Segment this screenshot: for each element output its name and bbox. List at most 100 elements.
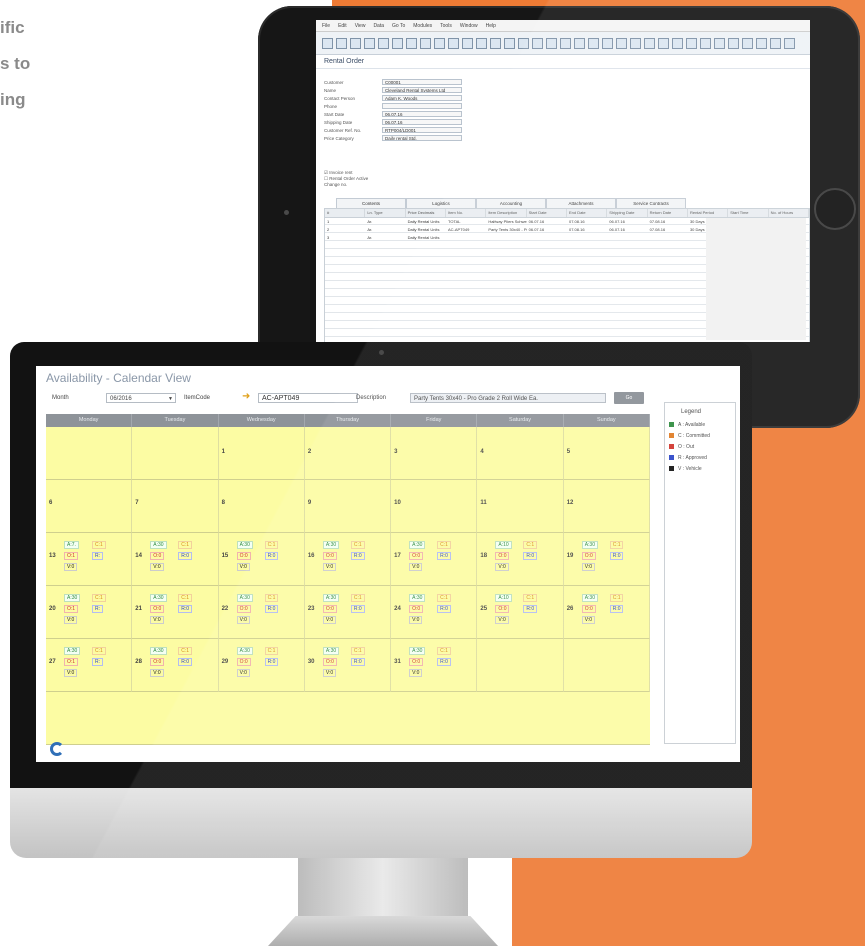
calendar-day-cell[interactable]: 1 bbox=[218, 427, 305, 480]
calendar-day-cell[interactable] bbox=[132, 427, 219, 480]
calendar-day-cell[interactable]: 20 A:30 C:1 O:1 R: V:0 bbox=[46, 586, 133, 639]
toolbar-button-icon[interactable] bbox=[756, 37, 767, 49]
column-header[interactable]: Start Time bbox=[728, 209, 769, 217]
calendar-day-cell[interactable] bbox=[477, 639, 564, 692]
toolbar-button-icon[interactable] bbox=[630, 37, 641, 49]
field-value[interactable]: Cleveland Rental Systems Ltd bbox=[382, 87, 462, 93]
toolbar-button-icon[interactable] bbox=[350, 37, 361, 49]
menu-item[interactable]: Window bbox=[460, 23, 478, 29]
toolbar-button-icon[interactable] bbox=[364, 37, 375, 49]
column-header[interactable]: Item Description bbox=[486, 209, 527, 217]
toolbar-button-icon[interactable] bbox=[448, 37, 459, 49]
toolbar-button-icon[interactable] bbox=[546, 37, 557, 49]
toolbar-button-icon[interactable] bbox=[672, 37, 683, 49]
item-code-input[interactable]: AC-APT049 bbox=[258, 393, 358, 403]
column-header[interactable]: Return Date bbox=[648, 209, 688, 217]
calendar-day-cell[interactable]: 7 bbox=[132, 480, 219, 533]
calendar-day-cell[interactable]: 10 bbox=[391, 480, 478, 533]
calendar-day-cell[interactable]: 21 A:30 C:1 O:0 R:0 V:0 bbox=[132, 586, 219, 639]
calendar-day-cell[interactable]: 11 bbox=[477, 480, 564, 533]
calendar-day-cell[interactable]: 5 bbox=[563, 427, 650, 480]
menu-item[interactable]: Edit bbox=[338, 23, 347, 29]
toolbar-button-icon[interactable] bbox=[420, 37, 431, 49]
toolbar-button-icon[interactable] bbox=[588, 37, 599, 49]
toolbar-button-icon[interactable] bbox=[490, 37, 501, 49]
toolbar-button-icon[interactable] bbox=[476, 37, 487, 49]
month-select[interactable]: 06/2016 ▼ bbox=[106, 393, 176, 403]
toolbar-button-icon[interactable] bbox=[602, 37, 613, 49]
toolbar-button-icon[interactable] bbox=[728, 37, 739, 49]
calendar-day-cell[interactable]: 6 bbox=[46, 480, 133, 533]
menu-item[interactable]: Tools bbox=[440, 23, 452, 29]
column-header[interactable]: Shipping Date bbox=[607, 209, 648, 217]
field-value[interactable]: RTP004/LD001 bbox=[382, 127, 462, 133]
calendar-day-cell[interactable]: 22 A:30 C:1 O:0 R:0 V:0 bbox=[218, 586, 305, 639]
toolbar-button-icon[interactable] bbox=[532, 37, 543, 49]
calendar-day-cell[interactable]: 31 A:30 C:1 O:0 R:0 V:0 bbox=[391, 639, 478, 692]
calendar-day-cell[interactable]: 24 A:30 C:1 O:0 R:0 V:0 bbox=[391, 586, 478, 639]
toolbar-button-icon[interactable] bbox=[406, 37, 417, 49]
toolbar-button-icon[interactable] bbox=[336, 37, 347, 49]
calendar-day-cell[interactable]: 17 A:30 C:1 O:0 R:0 V:0 bbox=[391, 533, 478, 586]
calendar-day-cell[interactable]: 8 bbox=[218, 480, 305, 533]
calendar-day-cell[interactable]: 18 A:10 C:1 O:0 R:0 V:0 bbox=[477, 533, 564, 586]
tablet-home-button[interactable] bbox=[814, 188, 856, 230]
calendar-day-cell[interactable]: 29 A:30 C:1 O:0 R:0 V:0 bbox=[218, 639, 305, 692]
calendar-day-cell[interactable]: 12 bbox=[563, 480, 650, 533]
change-no-field[interactable]: Change no. bbox=[324, 182, 368, 187]
calendar-day-cell[interactable]: 9 bbox=[304, 480, 392, 533]
column-header[interactable]: Rental Period bbox=[688, 209, 729, 217]
calendar-day-cell[interactable]: 19 A:30 C:1 O:0 R:0 V:0 bbox=[563, 533, 650, 586]
link-arrow-icon[interactable]: ➜ bbox=[242, 392, 254, 402]
calendar-day-cell[interactable]: 14 A:30 C:1 O:0 R:0 V:0 bbox=[132, 533, 219, 586]
toolbar-button-icon[interactable] bbox=[434, 37, 445, 49]
calendar-day-cell[interactable]: 4 bbox=[477, 427, 564, 480]
field-value[interactable]: C00001 bbox=[382, 79, 462, 85]
field-value[interactable]: Daily rental Std. bbox=[382, 135, 462, 141]
column-header[interactable]: End Date bbox=[567, 209, 608, 217]
toolbar-button-icon[interactable] bbox=[686, 37, 697, 49]
calendar-day-cell[interactable]: 15 A:30 C:1 O:0 R:0 V:0 bbox=[218, 533, 305, 586]
go-button[interactable]: Go bbox=[614, 392, 644, 404]
toolbar-button-icon[interactable] bbox=[658, 37, 669, 49]
field-value[interactable]: 06.07.16 bbox=[382, 111, 462, 117]
menu-item[interactable]: Data bbox=[373, 23, 384, 29]
column-header[interactable]: # bbox=[325, 209, 366, 217]
toolbar-button-icon[interactable] bbox=[644, 37, 655, 49]
calendar-day-cell[interactable]: 27 A:30 C:1 O:1 R: V:0 bbox=[46, 639, 133, 692]
field-value[interactable]: Adam K. Woods bbox=[382, 95, 462, 101]
column-header[interactable]: No. of Hours bbox=[769, 209, 809, 217]
calendar-day-cell[interactable]: 3 bbox=[391, 427, 478, 480]
calendar-day-cell[interactable]: 25 A:10 C:1 O:0 R:0 V:0 bbox=[477, 586, 564, 639]
field-value[interactable]: 06.07.16 bbox=[382, 119, 462, 125]
menu-item[interactable]: Help bbox=[486, 23, 496, 29]
calendar-day-cell[interactable]: 16 A:30 C:1 O:0 R:0 V:0 bbox=[304, 533, 392, 586]
toolbar-button-icon[interactable] bbox=[700, 37, 711, 49]
toolbar-button-icon[interactable] bbox=[770, 37, 781, 49]
toolbar-button-icon[interactable] bbox=[742, 37, 753, 49]
calendar-day-cell[interactable]: 26 A:30 C:1 O:0 R:0 V:0 bbox=[563, 586, 650, 639]
menu-item[interactable]: Go To bbox=[392, 23, 405, 29]
calendar-day-cell[interactable]: 23 A:30 C:1 O:0 R:0 V:0 bbox=[304, 586, 392, 639]
field-value[interactable] bbox=[382, 103, 462, 109]
toolbar-button-icon[interactable] bbox=[392, 37, 403, 49]
toolbar-button-icon[interactable] bbox=[784, 37, 795, 49]
column-header[interactable]: Price Decimals bbox=[406, 209, 446, 217]
column-header[interactable]: Ln. Type bbox=[365, 209, 406, 217]
calendar-day-cell[interactable]: 2 bbox=[304, 427, 392, 480]
toolbar-button-icon[interactable] bbox=[378, 37, 389, 49]
toolbar-button-icon[interactable] bbox=[560, 37, 571, 49]
column-header[interactable]: Start Date bbox=[527, 209, 567, 217]
calendar-day-cell[interactable]: 28 A:30 C:1 O:0 R:0 V:0 bbox=[132, 639, 219, 692]
toolbar-button-icon[interactable] bbox=[462, 37, 473, 49]
menu-item[interactable]: View bbox=[355, 23, 366, 29]
menu-item[interactable]: Modules bbox=[413, 23, 432, 29]
toolbar-button-icon[interactable] bbox=[714, 37, 725, 49]
toolbar-button-icon[interactable] bbox=[504, 37, 515, 49]
calendar-day-cell[interactable]: 13 A:7. C:1 O:1 R: V:0 bbox=[46, 533, 133, 586]
menu-item[interactable]: File bbox=[322, 23, 330, 29]
calendar-day-cell[interactable]: 30 A:30 C:1 O:0 R:0 V:0 bbox=[304, 639, 392, 692]
toolbar-button-icon[interactable] bbox=[574, 37, 585, 49]
calendar-day-cell[interactable] bbox=[46, 427, 133, 480]
calendar-day-cell[interactable] bbox=[563, 639, 650, 692]
